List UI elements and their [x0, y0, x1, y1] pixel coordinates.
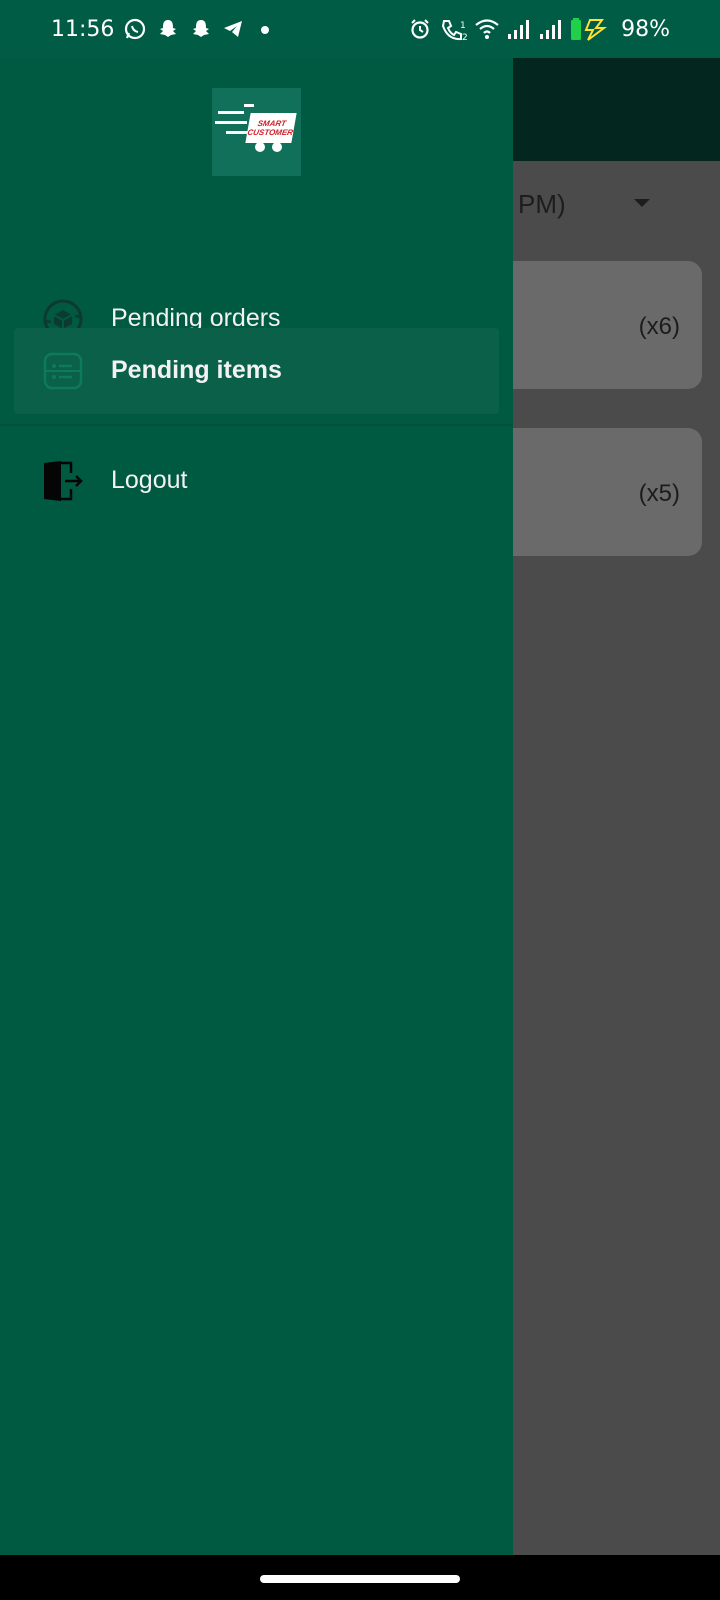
order-card[interactable]: (x6)	[488, 261, 702, 389]
signal-icon	[508, 20, 529, 39]
whatsapp-icon	[124, 18, 146, 40]
status-time: 11:56	[51, 17, 115, 42]
wifi-icon	[475, 19, 499, 39]
logo-wordmark: SMART CUSTOMER	[245, 113, 297, 143]
snapchat-icon	[160, 20, 176, 37]
dropdown-arrow-icon[interactable]	[634, 199, 650, 207]
card-quantity: (x5)	[638, 480, 680, 507]
battery-percentage: 98%	[621, 17, 670, 42]
navigation-drawer: SMART CUSTOMER Pending orders Pending it…	[0, 58, 513, 1555]
menu-label: Pending items	[111, 356, 282, 384]
status-bar: 11:56 1 2 98%	[0, 0, 720, 58]
card-quantity: (x6)	[638, 313, 680, 340]
list-icon	[43, 352, 83, 390]
menu-item-pending-items[interactable]: Pending items	[14, 328, 499, 414]
time-dropdown-value[interactable]: PM)	[518, 189, 566, 220]
app-logo: SMART CUSTOMER	[212, 88, 301, 176]
alarm-icon	[411, 19, 429, 39]
svg-text:1: 1	[460, 21, 466, 31]
dot-icon	[261, 26, 269, 34]
home-gesture-handle[interactable]	[260, 1575, 460, 1583]
menu-item-logout[interactable]: Logout	[0, 438, 513, 524]
order-card[interactable]: (x5)	[488, 428, 702, 556]
snapchat-icon	[193, 20, 209, 37]
signal-icon	[540, 20, 561, 39]
telegram-icon	[224, 21, 242, 37]
system-nav-bar	[0, 1555, 720, 1600]
logout-door-icon	[44, 461, 83, 501]
svg-text:2: 2	[462, 33, 468, 42]
wifi-calling-icon: 1 2	[441, 20, 468, 42]
menu-label: Logout	[111, 466, 188, 494]
battery-charging-icon	[571, 18, 607, 41]
drawer-divider	[0, 424, 513, 426]
